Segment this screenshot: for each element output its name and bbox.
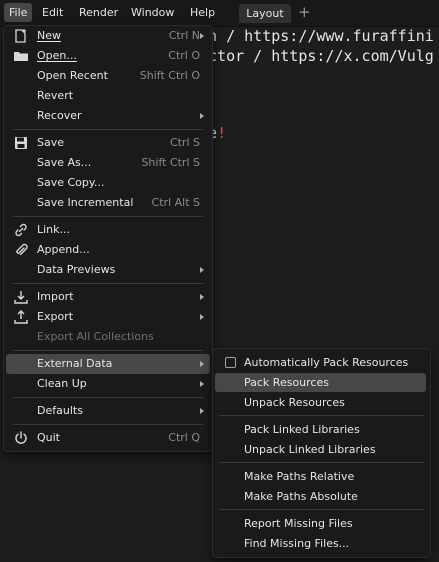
- menu-file[interactable]: File: [4, 3, 33, 22]
- menu-separator: [13, 216, 203, 217]
- top-menubar: File Edit Render Window Help Layout +: [0, 0, 439, 27]
- import-icon: [13, 289, 29, 305]
- menu-item-revert[interactable]: Revert: [6, 86, 210, 106]
- menu-item-append[interactable]: Append...: [6, 240, 210, 260]
- menu-item-make-paths-absolute[interactable]: Make Paths Absolute: [215, 487, 426, 506]
- menu-separator: [219, 415, 424, 416]
- link-icon: [13, 222, 29, 238]
- menu-item-pack-linked-libraries[interactable]: Pack Linked Libraries: [215, 420, 426, 439]
- menu-separator: [13, 397, 203, 398]
- save-icon: [13, 135, 29, 151]
- paperclip-icon: [13, 242, 29, 258]
- menu-item-import[interactable]: Import: [6, 287, 210, 307]
- submenu-arrow-icon: [200, 381, 204, 387]
- menu-item-external-data[interactable]: External Data: [6, 354, 210, 374]
- new-file-icon: [13, 28, 29, 44]
- menu-item-save[interactable]: Save Ctrl S: [6, 133, 210, 153]
- file-menu-dropdown: New Ctrl N Open... Ctrl O Open Recent Sh…: [3, 25, 213, 452]
- menu-item-data-previews[interactable]: Data Previews: [6, 260, 210, 280]
- checkbox-icon[interactable]: [225, 357, 236, 368]
- menu-item-pack-resources[interactable]: Pack Resources: [215, 373, 426, 392]
- menu-edit[interactable]: Edit: [37, 3, 68, 22]
- menu-item-export[interactable]: Export: [6, 307, 210, 327]
- menu-item-export-all-collections: Export All Collections: [37, 330, 154, 343]
- menu-separator: [219, 509, 424, 510]
- submenu-arrow-icon: [200, 408, 204, 414]
- menu-item-unpack-resources[interactable]: Unpack Resources: [215, 393, 426, 412]
- power-icon: [13, 430, 29, 446]
- menu-item-defaults[interactable]: Defaults: [6, 401, 210, 421]
- menu-item-save-incremental[interactable]: Save Incremental Ctrl Alt S: [6, 193, 210, 213]
- submenu-arrow-icon: [200, 33, 204, 39]
- submenu-arrow-icon: [200, 314, 204, 320]
- external-data-submenu: Automatically Pack Resources Pack Resour…: [212, 348, 431, 558]
- menu-item-open-recent[interactable]: Open Recent Shift Ctrl O: [6, 66, 210, 86]
- menu-item-save-as[interactable]: Save As... Shift Ctrl S: [6, 153, 210, 173]
- menu-separator: [13, 350, 203, 351]
- editor-line-1: on / https://www.furaffini: [199, 27, 434, 45]
- submenu-arrow-icon: [200, 294, 204, 300]
- menu-separator: [13, 283, 203, 284]
- tab-layout[interactable]: Layout: [239, 4, 291, 23]
- add-workspace-button[interactable]: +: [298, 3, 311, 21]
- menu-separator: [13, 424, 203, 425]
- menu-item-make-paths-relative[interactable]: Make Paths Relative: [215, 467, 426, 486]
- menu-separator: [13, 129, 203, 130]
- submenu-arrow-icon: [200, 361, 204, 367]
- menu-help[interactable]: Help: [185, 3, 220, 22]
- menu-item-auto-pack-resources[interactable]: Automatically Pack Resources: [215, 353, 426, 372]
- submenu-arrow-icon: [200, 113, 204, 119]
- folder-icon: [13, 48, 29, 64]
- menu-item-report-missing-files[interactable]: Report Missing Files: [215, 514, 426, 533]
- menu-item-new[interactable]: New Ctrl N: [6, 26, 210, 46]
- menu-render[interactable]: Render: [74, 3, 123, 22]
- menu-separator: [219, 462, 424, 463]
- editor-line-2: ictor / https://x.com/Vulg: [199, 47, 434, 65]
- menu-window[interactable]: Window: [126, 3, 179, 22]
- menu-item-open[interactable]: Open... Ctrl O: [6, 46, 210, 66]
- menu-item-link[interactable]: Link...: [6, 220, 210, 240]
- menu-item-save-copy[interactable]: Save Copy...: [6, 173, 210, 193]
- submenu-arrow-icon: [200, 267, 204, 273]
- menu-item-find-missing-files[interactable]: Find Missing Files...: [215, 534, 426, 553]
- export-icon: [13, 309, 29, 325]
- menu-item-quit[interactable]: Quit Ctrl Q: [6, 428, 210, 448]
- menu-item-recover[interactable]: Recover: [6, 106, 210, 126]
- menu-item-unpack-linked-libraries[interactable]: Unpack Linked Libraries: [215, 440, 426, 459]
- menu-item-clean-up[interactable]: Clean Up: [6, 374, 210, 394]
